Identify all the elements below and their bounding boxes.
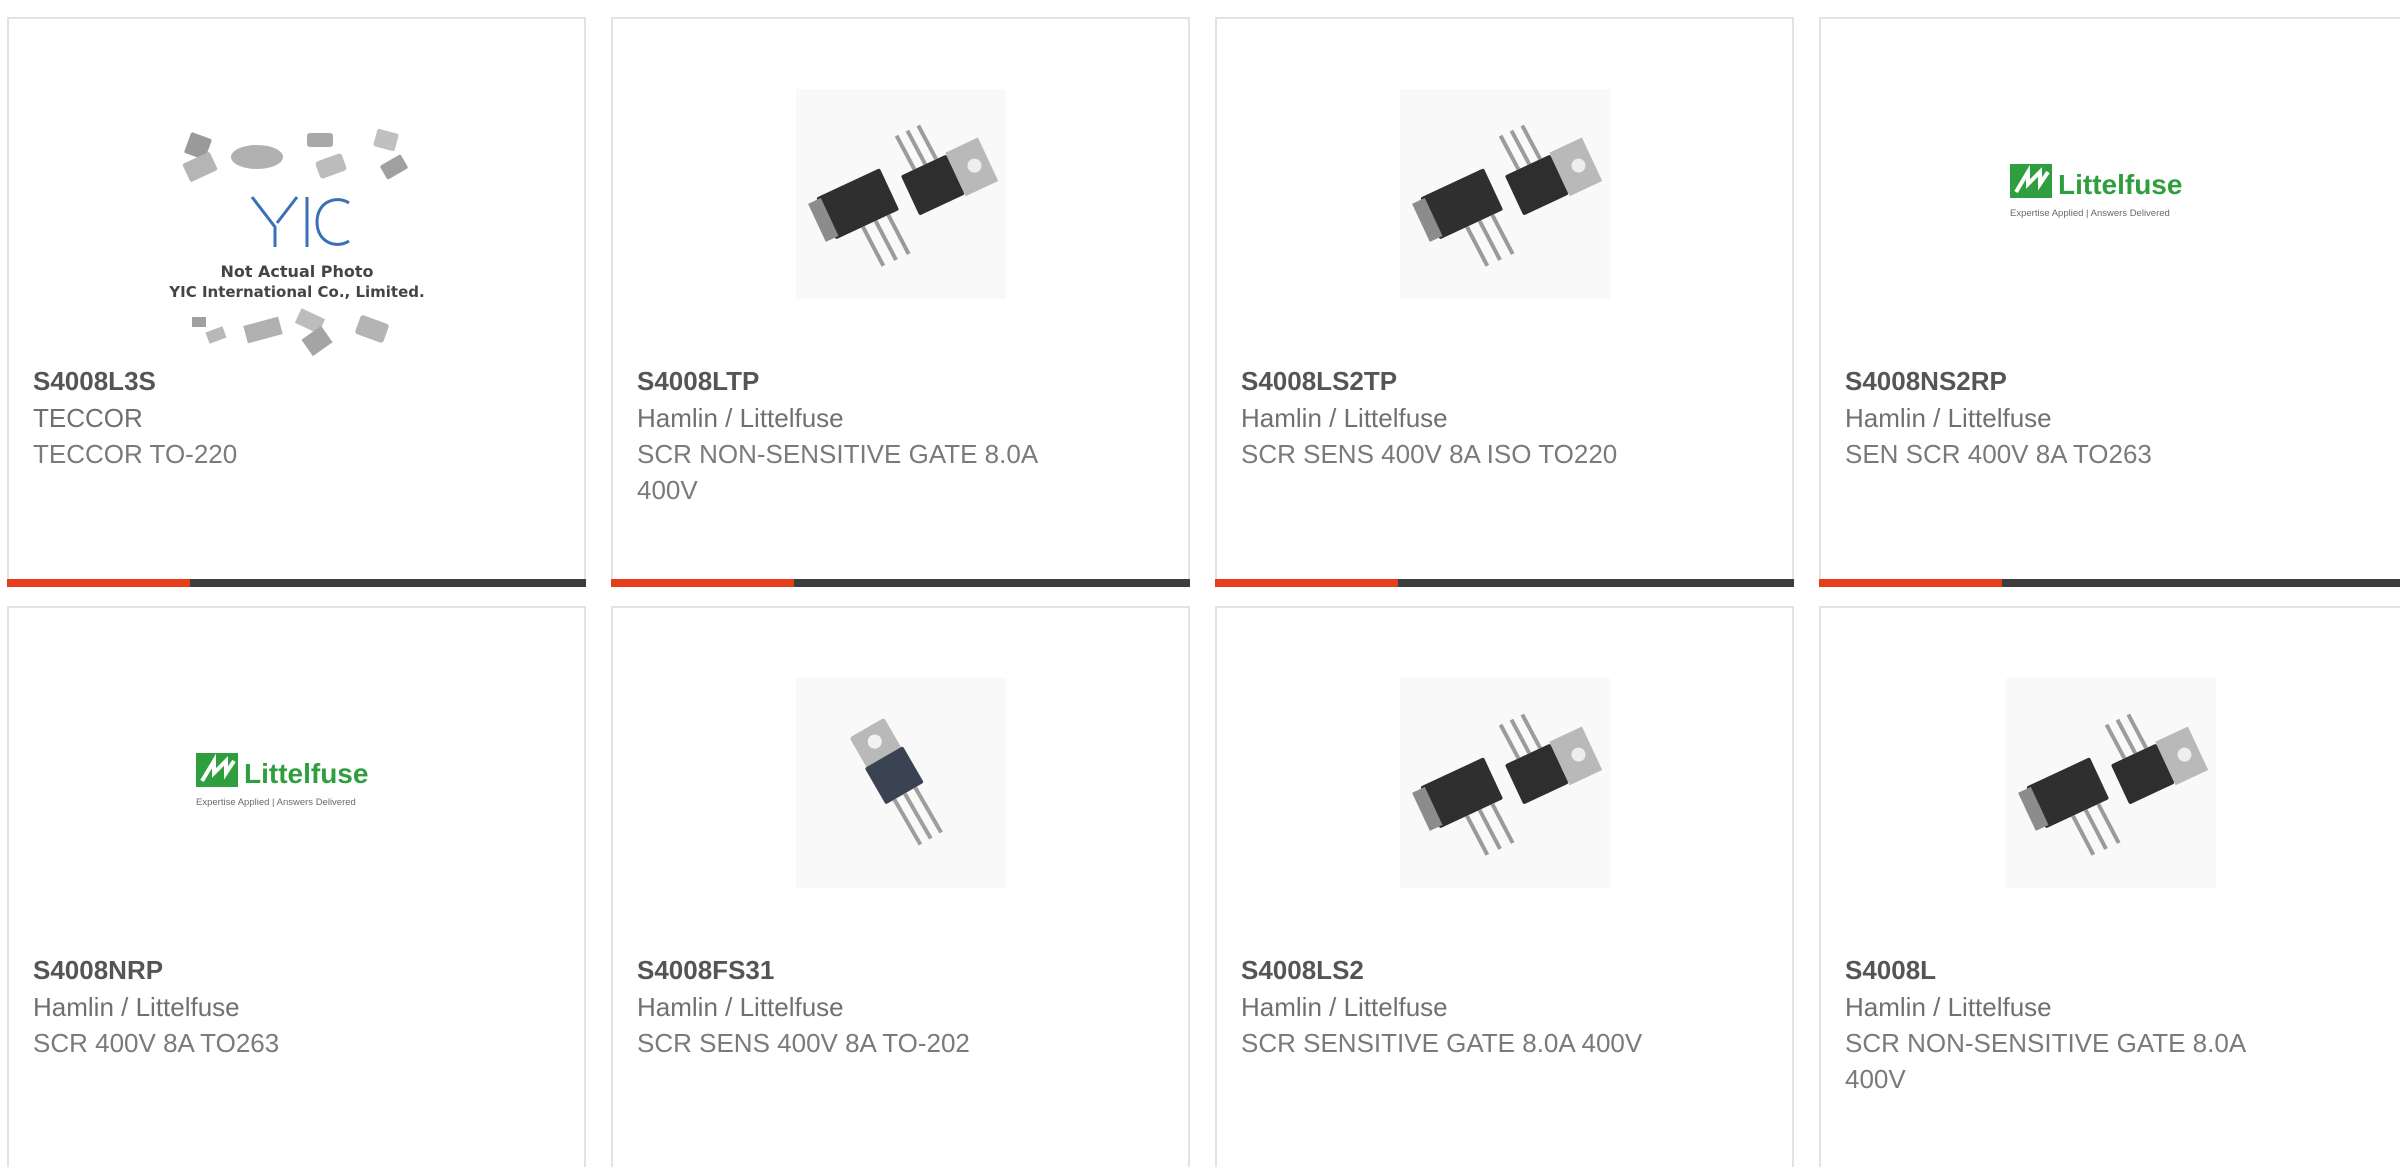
description: SCR 400V 8A TO263 — [33, 1028, 280, 1058]
manufacturer: Hamlin / Littelfuse — [33, 992, 240, 1022]
manufacturer: Hamlin / Littelfuse — [637, 403, 844, 433]
card-footer-bar — [1819, 579, 2400, 587]
to220-package-image — [795, 89, 1006, 299]
product-image-area — [613, 19, 1188, 364]
description: SCR SENS 400V 8A ISO TO220 — [1241, 439, 1618, 469]
part-number[interactable]: S4008LS2TP — [1241, 362, 1768, 400]
manufacturer: Hamlin / Littelfuse — [1241, 992, 1448, 1022]
logo-wordmark: Littelfuse — [244, 758, 368, 789]
product-card[interactable]: S4008LS2 Hamlin / Littelfuse SCR SENSITI… — [1215, 606, 1794, 1167]
part-number[interactable]: S4008L — [1845, 951, 2393, 989]
product-image-area: Littelfuse Expertise Applied | Answers D… — [1821, 19, 2400, 364]
product-card[interactable]: Not Actual Photo YIC International Co., … — [7, 17, 586, 587]
description: TECCOR TO-220 — [33, 439, 238, 469]
card-footer-bar — [7, 579, 586, 587]
logo-wordmark: Littelfuse — [2058, 169, 2182, 200]
card-footer-bar — [1215, 579, 1794, 587]
yic-placeholder-image: Not Actual Photo YIC International Co., … — [157, 107, 437, 367]
manufacturer: TECCOR — [33, 403, 143, 433]
part-number[interactable]: S4008NS2RP — [1845, 362, 2393, 400]
product-card[interactable]: S4008LS2TP Hamlin / Littelfuse SCR SENS … — [1215, 17, 1794, 587]
description: SCR SENS 400V 8A TO-202 — [637, 1028, 970, 1058]
product-image-area — [1217, 19, 1792, 364]
product-card[interactable]: S4008LTP Hamlin / Littelfuse SCR NON-SEN… — [611, 17, 1190, 587]
card-footer-bar — [611, 579, 1190, 587]
logo-tagline: Expertise Applied | Answers Delivered — [196, 797, 356, 808]
product-card[interactable]: S4008FS31 Hamlin / Littelfuse SCR SENS 4… — [611, 606, 1190, 1167]
part-number[interactable]: S4008LTP — [637, 362, 1164, 400]
description: SEN SCR 400V 8A TO263 — [1845, 439, 2152, 469]
yic-caption-line1: Not Actual Photo — [220, 262, 373, 281]
manufacturer: Hamlin / Littelfuse — [1845, 992, 2052, 1022]
part-number[interactable]: S4008LS2 — [1241, 951, 1768, 989]
manufacturer: Hamlin / Littelfuse — [1845, 403, 2052, 433]
manufacturer: Hamlin / Littelfuse — [1241, 403, 1448, 433]
product-image-area — [1217, 608, 1792, 953]
to220-package-image — [1399, 678, 1610, 888]
product-image-area: Littelfuse Expertise Applied | Answers D… — [9, 608, 584, 953]
product-image-area — [1821, 608, 2400, 953]
littelfuse-logo-image: Littelfuse Expertise Applied | Answers D… — [192, 743, 402, 823]
to220-package-image — [1399, 89, 1610, 299]
product-card[interactable]: S4008L Hamlin / Littelfuse SCR NON-SENSI… — [1819, 606, 2400, 1167]
description: SCR NON-SENSITIVE GATE 8.0A 400V — [637, 439, 1037, 505]
to202-package-image — [795, 678, 1006, 888]
logo-tagline: Expertise Applied | Answers Delivered — [2010, 208, 2170, 219]
littelfuse-logo-image: Littelfuse Expertise Applied | Answers D… — [2006, 154, 2216, 234]
product-card[interactable]: Littelfuse Expertise Applied | Answers D… — [1819, 17, 2400, 587]
product-grid: Not Actual Photo YIC International Co., … — [0, 0, 2400, 1167]
product-card[interactable]: Littelfuse Expertise Applied | Answers D… — [7, 606, 586, 1167]
product-image-area — [613, 608, 1188, 953]
part-number[interactable]: S4008FS31 — [637, 951, 1164, 989]
to220-package-image — [2005, 678, 2216, 888]
description: SCR NON-SENSITIVE GATE 8.0A 400V — [1845, 1028, 2245, 1094]
yic-caption-line2: YIC International Co., Limited. — [168, 283, 424, 301]
product-image-area: Not Actual Photo YIC International Co., … — [9, 19, 584, 364]
part-number[interactable]: S4008L3S — [33, 362, 560, 400]
part-number[interactable]: S4008NRP — [33, 951, 560, 989]
description: SCR SENSITIVE GATE 8.0A 400V — [1241, 1028, 1643, 1058]
manufacturer: Hamlin / Littelfuse — [637, 992, 844, 1022]
